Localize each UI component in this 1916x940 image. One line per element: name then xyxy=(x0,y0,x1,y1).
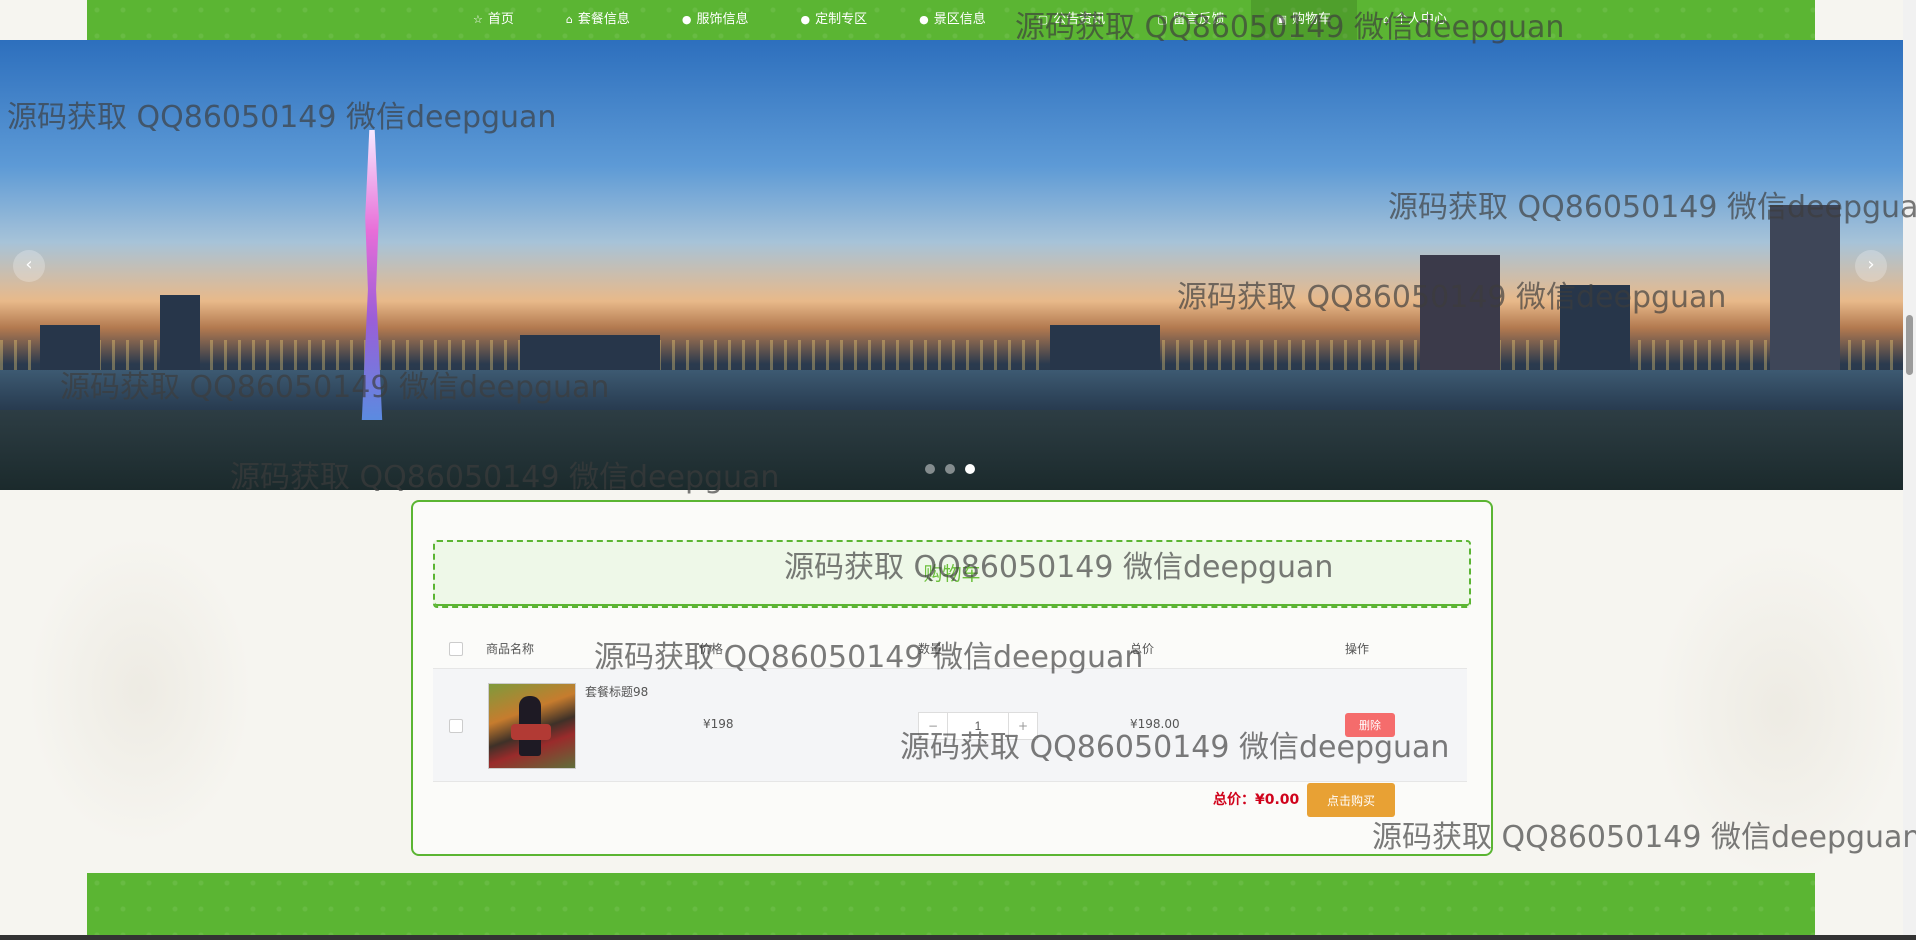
user-icon: ⌂ xyxy=(1383,13,1391,26)
product-total: ¥198.00 xyxy=(1130,717,1180,731)
nav-item-clothing[interactable]: ● 服饰信息 xyxy=(656,0,775,40)
carousel-prev-button[interactable]: ‹ xyxy=(13,250,45,282)
nav-item-label: 个人中心 xyxy=(1395,12,1448,27)
nav-item-packages[interactable]: ⌂ 套餐信息 xyxy=(540,0,656,40)
banner-carousel: ‹ › xyxy=(0,40,1903,490)
header-price: 价格 xyxy=(699,642,724,656)
nav-item-custom[interactable]: ● 定制专区 xyxy=(775,0,894,40)
thumbnail-bench xyxy=(511,724,551,740)
cart-title: 购物车 xyxy=(433,540,1471,608)
info-icon: ● xyxy=(919,13,929,26)
nav-item-label: 套餐信息 xyxy=(577,12,630,27)
product-thumbnail[interactable] xyxy=(488,683,576,769)
foreground-city xyxy=(0,410,1903,490)
nav-item-label: 首页 xyxy=(487,12,514,27)
home-icon: ⌂ xyxy=(565,13,573,26)
nav-item-cart[interactable]: ▣ 购物车 xyxy=(1250,0,1358,40)
decrease-button[interactable]: − xyxy=(919,713,947,739)
nav-item-label: 景区信息 xyxy=(933,12,986,27)
cart-table-header: 商品名称 价格 数量 总价 操作 xyxy=(433,630,1467,668)
carousel-next-button[interactable]: › xyxy=(1855,250,1887,282)
header-total: 总价 xyxy=(1130,642,1155,656)
star-icon: ☆ xyxy=(473,13,483,26)
increase-button[interactable]: + xyxy=(1009,713,1037,739)
product-price: ¥198 xyxy=(703,717,734,731)
header-quantity: 数量 xyxy=(918,642,943,656)
header-action: 操作 xyxy=(1345,642,1370,656)
nav-items: ☆ 首页 ⌂ 套餐信息 ● 服饰信息 ● 定制专区 ● 景区信息 ▢ 公告资讯 ▢ 留言反馈 … xyxy=(447,0,1473,40)
carousel-dot-3[interactable] xyxy=(965,464,975,474)
carousel-dots xyxy=(925,464,975,474)
nav-item-label: 服饰信息 xyxy=(696,12,749,27)
cart-total: 总价：¥0.00 xyxy=(1213,792,1300,808)
nav-item-news[interactable]: ▢ 公告资讯 xyxy=(1012,0,1131,40)
building xyxy=(1770,205,1840,395)
info-icon: ● xyxy=(800,13,811,26)
row-checkbox[interactable] xyxy=(449,719,463,733)
news-icon: ▢ xyxy=(1037,13,1049,26)
product-name[interactable]: 套餐标题98 xyxy=(585,683,648,700)
carousel-dot-2[interactable] xyxy=(945,464,955,474)
quantity-input[interactable] xyxy=(947,713,1009,739)
footer xyxy=(87,873,1815,940)
top-nav: ☆ 首页 ⌂ 套餐信息 ● 服饰信息 ● 定制专区 ● 景区信息 ▢ 公告资讯 ▢ 留言反馈 … xyxy=(87,0,1815,40)
page-scrollbar[interactable] xyxy=(1903,0,1916,940)
nav-item-label: 留言反馈 xyxy=(1172,12,1225,27)
nav-item-label: 购物车 xyxy=(1292,12,1332,27)
cart-panel: 购物车 商品名称 价格 数量 总价 操作 套餐标题98 ¥198 − + ¥19… xyxy=(411,500,1493,856)
cart-icon: ▣ xyxy=(1276,13,1288,26)
select-all-checkbox[interactable] xyxy=(449,642,463,656)
table-row: 套餐标题98 ¥198 − + ¥198.00 删除 xyxy=(433,668,1467,782)
nav-item-label: 定制专区 xyxy=(815,12,868,27)
header-name: 商品名称 xyxy=(486,642,535,656)
delete-button[interactable]: 删除 xyxy=(1345,713,1395,737)
buy-button[interactable]: 点击购买 xyxy=(1307,783,1395,817)
info-icon: ● xyxy=(681,13,692,26)
nav-item-profile[interactable]: ⌂ 个人中心 xyxy=(1357,0,1473,40)
nav-item-scenic[interactable]: ● 景区信息 xyxy=(893,0,1012,40)
nav-item-home[interactable]: ☆ 首页 xyxy=(447,0,540,40)
scrollbar-thumb[interactable] xyxy=(1906,315,1913,375)
window-bottom-edge xyxy=(0,935,1916,940)
nav-item-label: 公告资讯 xyxy=(1053,12,1106,27)
carousel-dot-1[interactable] xyxy=(925,464,935,474)
quantity-stepper: − + xyxy=(918,712,1038,740)
nav-item-feedback[interactable]: ▢ 留言反馈 xyxy=(1131,0,1250,40)
message-icon: ▢ xyxy=(1157,13,1168,26)
